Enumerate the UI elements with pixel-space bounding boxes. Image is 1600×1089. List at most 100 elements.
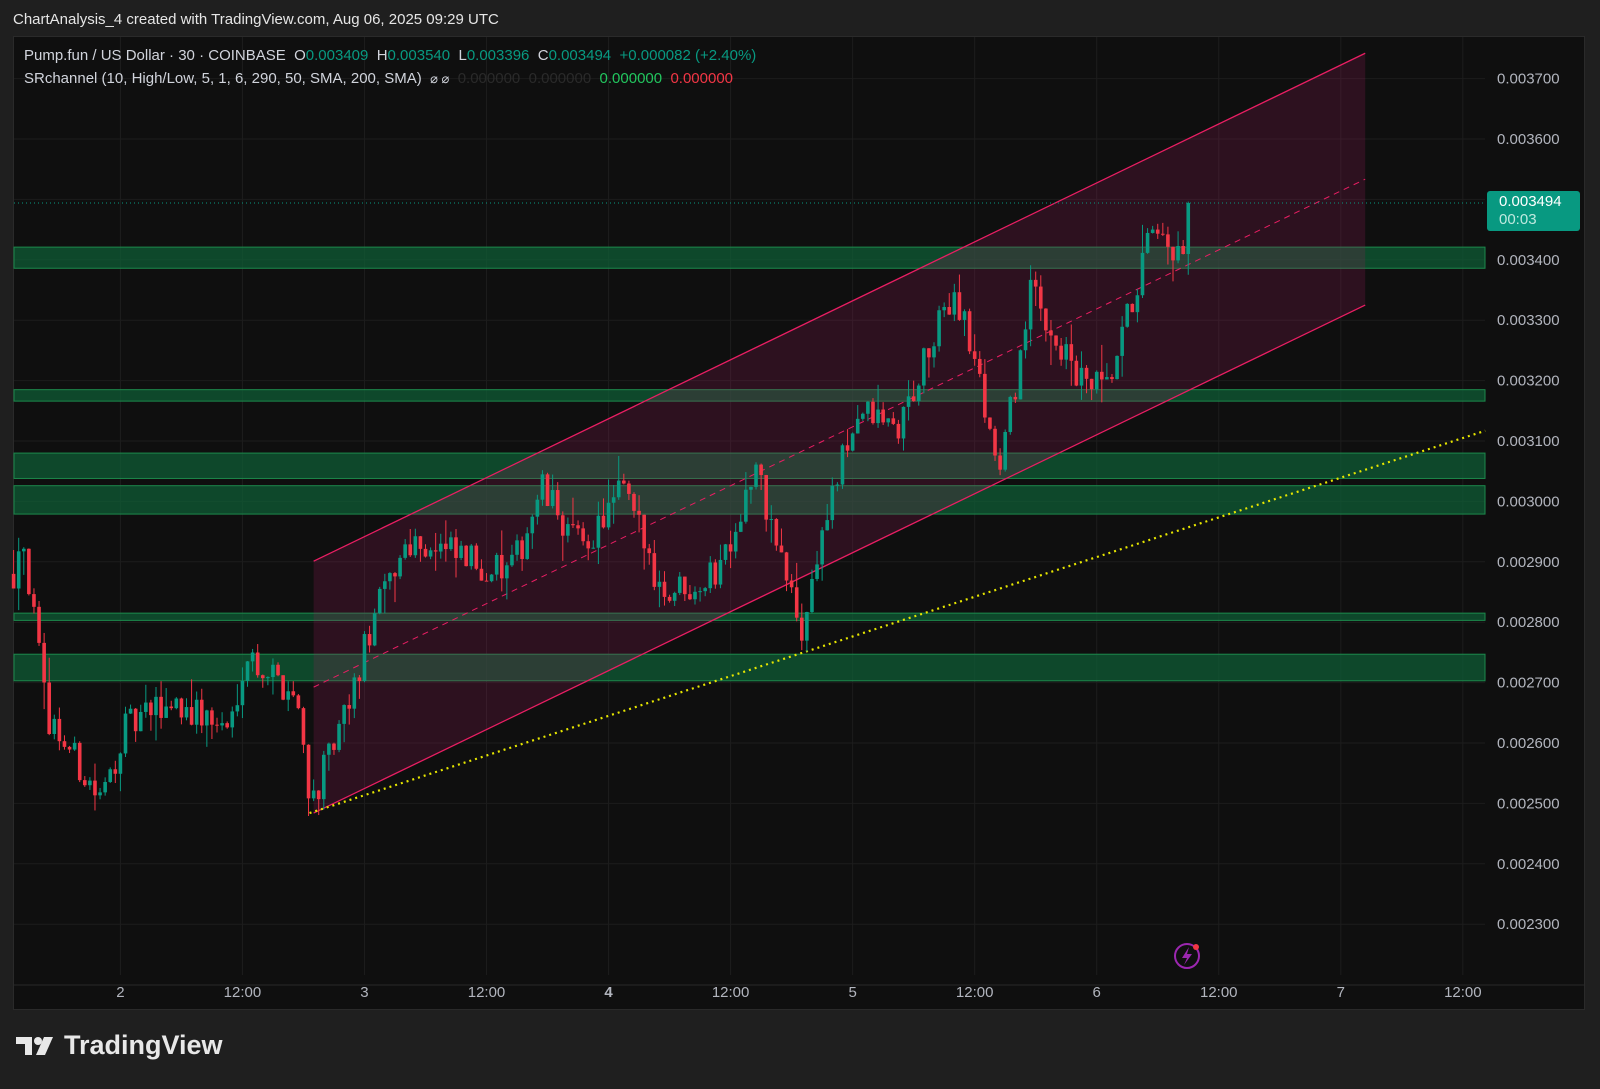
candle-body <box>977 358 982 374</box>
candle-body <box>93 780 97 796</box>
indicator-value-1: 0.000000 <box>457 70 521 87</box>
candle-body <box>11 573 16 589</box>
candle-body <box>240 680 245 706</box>
lightning-icon <box>1174 943 1200 969</box>
candle <box>189 679 194 726</box>
candle <box>296 693 301 710</box>
price-axis-label: 0.003300 <box>1497 312 1560 329</box>
candle-body <box>149 702 153 716</box>
candle-body <box>988 417 992 429</box>
candle-body <box>72 742 77 750</box>
candle-body <box>764 475 768 520</box>
candle-body <box>784 552 789 581</box>
indicator-value-3: 0.000000 <box>599 70 663 87</box>
candle-body <box>922 348 926 386</box>
candle-body <box>438 543 443 552</box>
candle <box>306 744 311 817</box>
candle-body <box>647 548 652 554</box>
candle-body <box>662 581 667 597</box>
candle <box>199 688 204 734</box>
price-axis-label: 0.003400 <box>1497 252 1560 269</box>
candle <box>37 600 41 646</box>
candle-body <box>1044 308 1048 331</box>
candle <box>301 706 306 754</box>
candle <box>489 573 494 583</box>
candle-body <box>611 497 616 503</box>
candle <box>850 432 855 452</box>
candle-body <box>906 396 911 407</box>
candle <box>225 721 229 729</box>
candle <box>194 691 199 734</box>
candle <box>52 714 57 740</box>
candle <box>16 537 21 611</box>
candle-body <box>184 707 189 718</box>
candle-body <box>1074 360 1079 386</box>
candle-body <box>260 675 265 679</box>
candle-body <box>108 769 113 782</box>
price-axis-label: 0.002600 <box>1497 735 1560 752</box>
candle-body <box>337 723 341 750</box>
candle-body <box>454 537 458 558</box>
candle-body <box>728 544 733 552</box>
candle <box>57 707 62 751</box>
candle <box>144 684 148 718</box>
candle-body <box>459 545 463 558</box>
indicator-legend: SRchannel (10, High/Low, 5, 1, 6, 290, 5… <box>24 70 733 87</box>
time-axis-label: 12:00 <box>468 984 506 1001</box>
candle-body <box>1105 377 1109 380</box>
candle-body <box>520 540 524 559</box>
candle <box>98 787 102 800</box>
candle <box>1115 355 1119 380</box>
candle-body <box>723 544 728 560</box>
candle <box>286 681 291 712</box>
candle <box>179 697 184 725</box>
candle-body <box>1013 396 1018 400</box>
candle <box>83 776 87 787</box>
high-label: H <box>376 47 388 64</box>
candle-body <box>235 705 240 712</box>
candle-body <box>194 699 199 725</box>
time-axis-label: 4 <box>604 984 613 1001</box>
candle <box>469 543 474 570</box>
candle-body <box>815 564 819 579</box>
candle-body <box>1181 246 1185 255</box>
sr-zone-5 <box>13 653 1486 682</box>
candle-body <box>525 533 529 559</box>
tradingview-logo[interactable]: TradingView <box>16 1030 223 1061</box>
candle <box>464 545 468 567</box>
candle-body <box>32 594 36 607</box>
candle-body <box>250 652 255 662</box>
candle-body <box>555 490 560 516</box>
candle-body <box>1038 286 1043 309</box>
last-price-tag: 0.003494 00:03 <box>1487 191 1580 231</box>
candle-body <box>825 520 830 531</box>
candlestick-chart[interactable]: 0.003700 0.003600 0.003400 0.003300 0.003200… <box>0 0 1600 1089</box>
candle-body <box>683 576 687 595</box>
candle-body <box>861 413 865 419</box>
candle-body <box>27 548 31 595</box>
candle <box>820 527 824 581</box>
candle <box>799 603 804 651</box>
candle-body <box>1176 246 1180 261</box>
candle-body <box>794 587 799 618</box>
candle-body <box>840 445 845 485</box>
candle-body <box>245 661 250 681</box>
candle-body <box>494 554 499 575</box>
time-axis-label: 6 <box>1093 984 1101 1001</box>
candle <box>810 569 814 614</box>
indicator-name[interactable]: SRchannel (10, High/Low, 5, 1, 6, 290, 5… <box>24 70 422 87</box>
price-axis-label: 0.003600 <box>1497 131 1560 148</box>
candle-body <box>444 543 448 550</box>
candle-body <box>189 707 194 725</box>
lightning-icon-bolt <box>1182 947 1192 965</box>
candle <box>291 681 296 698</box>
candle <box>77 741 82 783</box>
candle-body <box>296 695 301 709</box>
candle-body <box>901 406 906 439</box>
candle-body <box>667 596 672 601</box>
candle-body <box>271 664 275 678</box>
candle-body <box>881 409 885 423</box>
candle-body <box>352 677 357 709</box>
symbol-name[interactable]: Pump.fun / US Dollar · 30 · COINBASE <box>24 47 286 64</box>
candle <box>32 588 36 614</box>
